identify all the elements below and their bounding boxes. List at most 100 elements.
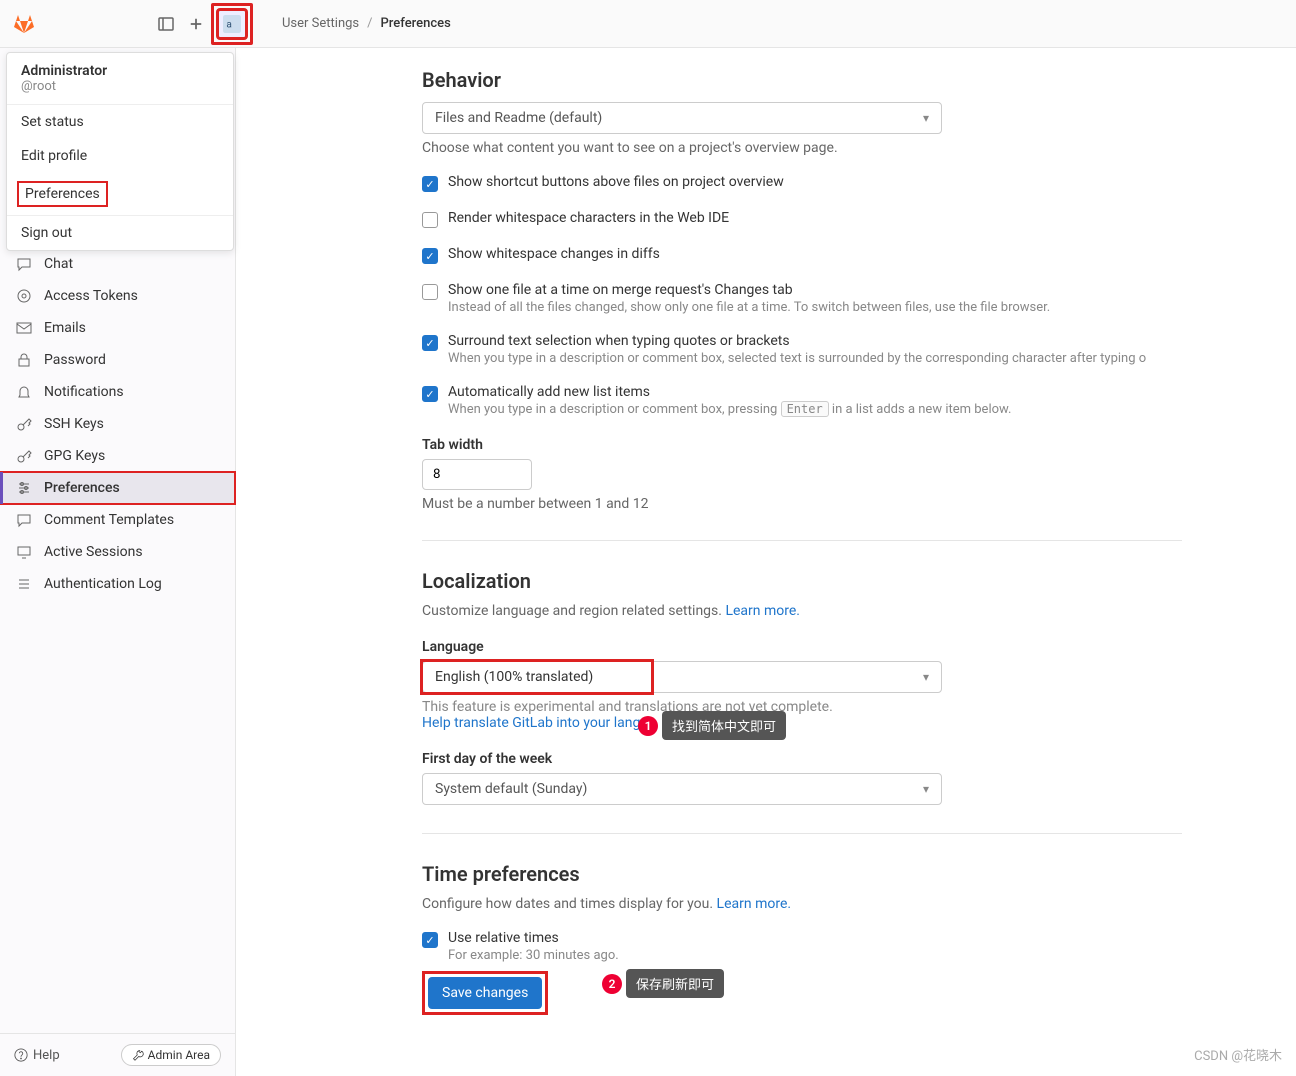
bell-icon: [16, 384, 32, 400]
sidebar-item-ssh-keys[interactable]: SSH Keys: [0, 408, 235, 440]
checkbox-label: Automatically add new list items: [448, 384, 1182, 400]
checkbox-surround-selection[interactable]: ✓: [422, 335, 438, 351]
sidebar-item-preferences[interactable]: Preferences: [0, 472, 235, 504]
menu-set-status[interactable]: Set status: [7, 105, 233, 139]
sidebar-item-label: Preferences: [44, 480, 120, 496]
comment-icon: [16, 512, 32, 528]
sidebar-item-label: Notifications: [44, 384, 124, 400]
sidebar-item-auth-log[interactable]: Authentication Log: [0, 568, 235, 600]
sidebar-item-emails[interactable]: Emails: [0, 312, 235, 344]
homepage-select[interactable]: Files and Readme (default) ▾: [422, 102, 942, 134]
settings-icon: [16, 480, 32, 496]
mail-icon: [16, 320, 32, 336]
homepage-help: Choose what content you want to see on a…: [422, 140, 1182, 156]
sidebar-item-label: Emails: [44, 320, 86, 336]
sidebar-item-label: GPG Keys: [44, 448, 105, 464]
key-icon: [16, 448, 32, 464]
breadcrumb-current: Preferences: [381, 16, 451, 31]
user-dropdown-menu: Administrator @root Set status Edit prof…: [6, 52, 234, 251]
admin-area-button[interactable]: Admin Area: [121, 1044, 221, 1066]
checkbox-label: Surround text selection when typing quot…: [448, 333, 1182, 349]
plus-icon[interactable]: [186, 14, 206, 34]
help-link[interactable]: Help: [14, 1044, 60, 1066]
tab-width-help: Must be a number between 1 and 12: [422, 496, 1182, 512]
localization-learn-more[interactable]: Learn more.: [725, 603, 800, 619]
time-heading: Time preferences: [422, 862, 1182, 886]
sidebar-item-label: Access Tokens: [44, 288, 138, 304]
checkbox-label: Use relative times: [448, 930, 1182, 946]
save-changes-button[interactable]: Save changes: [428, 977, 542, 1009]
sidebar-item-label: SSH Keys: [44, 416, 104, 432]
topbar: a User Settings / Preferences: [0, 0, 1296, 48]
annotation-2: 2 保存刷新即可: [602, 969, 724, 998]
user-menu-name: Administrator: [21, 63, 219, 79]
wrench-icon: [132, 1049, 144, 1061]
checkbox-sublabel: For example: 30 minutes ago.: [448, 948, 1182, 963]
sidebar-item-notifications[interactable]: Notifications: [0, 376, 235, 408]
checkbox-auto-list-items[interactable]: ✓: [422, 386, 438, 402]
sidebar-item-label: Authentication Log: [44, 576, 162, 592]
sidebar-item-label: Password: [44, 352, 106, 368]
sidebar-item-access-tokens[interactable]: Access Tokens: [0, 280, 235, 312]
chevron-down-icon: ▾: [923, 782, 929, 796]
first-day-value: System default (Sunday): [435, 781, 587, 797]
sidebar-item-label: Active Sessions: [44, 544, 143, 560]
time-learn-more[interactable]: Learn more.: [717, 896, 792, 912]
sidebar-item-gpg-keys[interactable]: GPG Keys: [0, 440, 235, 472]
monitor-icon: [16, 544, 32, 560]
token-icon: [16, 288, 32, 304]
breadcrumb-user-settings[interactable]: User Settings: [282, 16, 359, 31]
user-avatar-button[interactable]: a: [216, 8, 248, 40]
checkbox-relative-times[interactable]: ✓: [422, 932, 438, 948]
help-translate-link[interactable]: Help translate GitLab into your lang: [422, 715, 640, 731]
key-icon: [16, 416, 32, 432]
language-select[interactable]: English (100% translated) ▾: [422, 661, 942, 693]
checkbox-shortcut-buttons[interactable]: ✓: [422, 176, 438, 192]
menu-edit-profile[interactable]: Edit profile: [7, 139, 233, 173]
checkbox-label: Render whitespace characters in the Web …: [448, 210, 1182, 226]
gitlab-logo-icon[interactable]: [12, 12, 36, 36]
sidebar-item-label: Chat: [44, 256, 73, 272]
checkbox-render-whitespace[interactable]: [422, 212, 438, 228]
checkbox-label: Show whitespace changes in diffs: [448, 246, 1182, 262]
homepage-select-value: Files and Readme (default): [435, 110, 602, 126]
checkbox-show-whitespace-diffs[interactable]: ✓: [422, 248, 438, 264]
localization-heading: Localization: [422, 569, 1182, 593]
sidebar-toggle-icon[interactable]: [156, 14, 176, 34]
checkbox-sublabel: When you type in a description or commen…: [448, 351, 1182, 366]
svg-text:a: a: [226, 19, 232, 30]
checkbox-sublabel: Instead of all the files changed, show o…: [448, 300, 1182, 315]
checkbox-label: Show one file at a time on merge request…: [448, 282, 1182, 298]
behavior-heading: Behavior: [422, 68, 1182, 92]
chevron-down-icon: ▾: [923, 670, 929, 684]
sidebar-item-comment-templates[interactable]: Comment Templates: [0, 504, 235, 536]
menu-sign-out[interactable]: Sign out: [7, 216, 233, 250]
language-experimental: This feature is experimental and transla…: [422, 699, 1182, 715]
enter-kbd: Enter: [781, 401, 829, 417]
tab-width-label: Tab width: [422, 437, 1182, 453]
sidebar-item-password[interactable]: Password: [0, 344, 235, 376]
annotation-badge-1: 1: [638, 716, 658, 736]
checkbox-one-file[interactable]: [422, 284, 438, 300]
annotation-tip-2: 保存刷新即可: [626, 969, 724, 998]
help-icon: [14, 1048, 28, 1062]
language-label: Language: [422, 639, 1182, 655]
tab-width-input[interactable]: [422, 459, 532, 490]
main-content: Behavior Files and Readme (default) ▾ Ch…: [236, 48, 1296, 1076]
first-day-select[interactable]: System default (Sunday) ▾: [422, 773, 942, 805]
sidebar-item-active-sessions[interactable]: Active Sessions: [0, 536, 235, 568]
sidebar-item-label: Comment Templates: [44, 512, 174, 528]
annotation-badge-2: 2: [602, 974, 622, 994]
watermark: CSDN @花晓木: [1194, 1045, 1282, 1064]
sidebar-bottom: Help Admin Area: [0, 1033, 235, 1076]
checkbox-label: Show shortcut buttons above files on pro…: [448, 174, 1182, 190]
sidebar-item-chat[interactable]: Chat: [0, 248, 235, 280]
menu-preferences[interactable]: Preferences: [17, 181, 108, 207]
checkbox-sublabel: When you type in a description or commen…: [448, 402, 1182, 417]
first-day-label: First day of the week: [422, 751, 1182, 767]
list-icon: [16, 576, 32, 592]
annotation-1: 1 找到简体中文即可: [638, 711, 786, 740]
chat-icon: [16, 256, 32, 272]
chevron-down-icon: ▾: [923, 111, 929, 125]
language-select-value: English (100% translated): [435, 669, 593, 685]
